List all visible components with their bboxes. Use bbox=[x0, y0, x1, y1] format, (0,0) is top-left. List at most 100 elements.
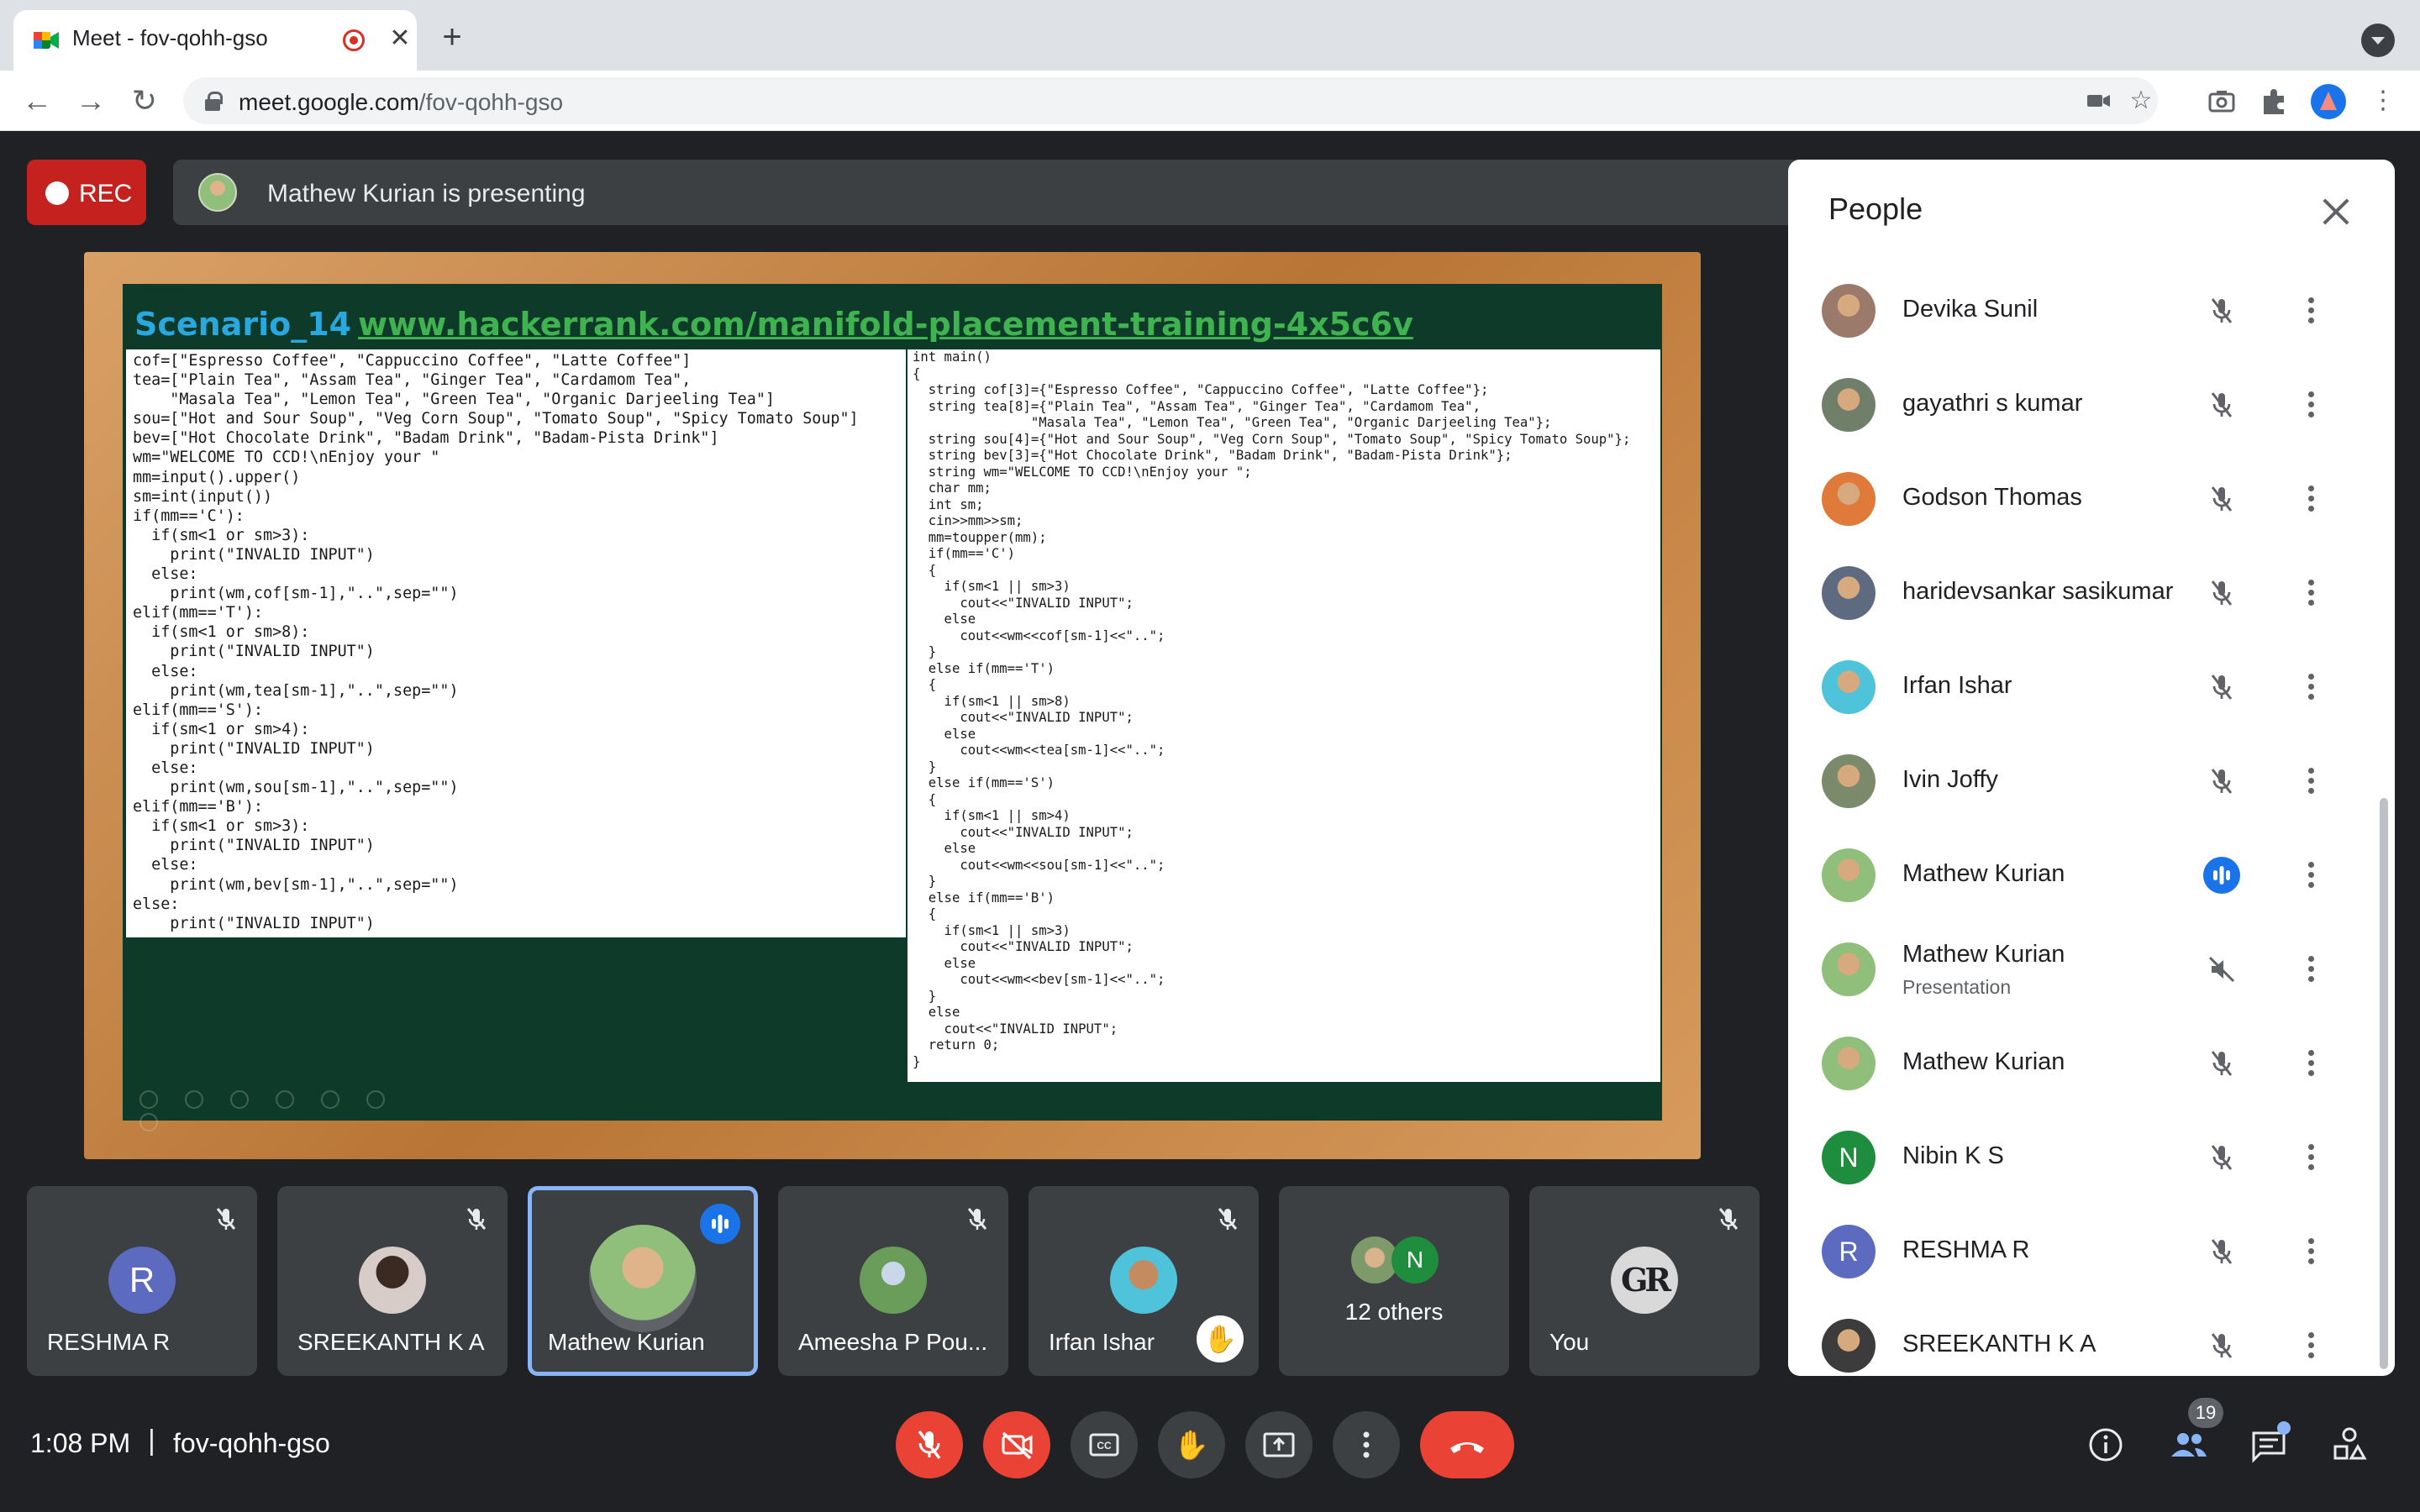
participant-row[interactable]: SREEKANTH K A bbox=[1788, 1299, 2376, 1376]
end-call-icon bbox=[1450, 1442, 1484, 1453]
raise-hand-button[interactable]: ✋ bbox=[1158, 1411, 1225, 1478]
participant-tile[interactable]: Ameesha P Pou... bbox=[778, 1186, 1008, 1376]
browser-tab-meet[interactable]: Meet - fov-qohh-gso ✕ bbox=[13, 10, 417, 71]
profile-avatar[interactable] bbox=[2311, 84, 2346, 119]
participant-name: haridevsankar sasikumar bbox=[1902, 578, 2174, 605]
more-options-icon[interactable] bbox=[2292, 763, 2329, 800]
more-options-icon[interactable] bbox=[2292, 292, 2329, 329]
back-arrow-icon[interactable]: ← bbox=[18, 82, 55, 119]
participant-row[interactable]: N Nibin K S bbox=[1788, 1110, 2376, 1205]
avatar bbox=[860, 1247, 927, 1314]
close-icon[interactable] bbox=[2317, 193, 2354, 230]
participant-name: Ivin Joffy bbox=[1902, 766, 1998, 793]
mic-off-icon[interactable] bbox=[2203, 575, 2240, 612]
captions-button[interactable]: CC bbox=[1071, 1411, 1138, 1478]
presentation-slide: Scenario_14 www.hackerrank.com/manifold-… bbox=[123, 284, 1662, 1131]
presenting-banner: Mathew Kurian is presenting bbox=[173, 160, 1904, 225]
participant-row[interactable]: Mathew Kurian bbox=[1788, 828, 2376, 922]
avatar bbox=[1110, 1247, 1177, 1314]
screenshot-camera-icon[interactable] bbox=[2205, 84, 2238, 118]
participant-name: Mathew Kurian bbox=[1902, 1048, 2065, 1075]
new-tab-button[interactable]: + bbox=[435, 20, 469, 54]
participant-row[interactable]: haridevsankar sasikumar bbox=[1788, 546, 2376, 640]
avatar bbox=[1822, 754, 1876, 808]
mic-off-icon[interactable] bbox=[2203, 292, 2240, 329]
participant-row[interactable]: gayathri s kumar bbox=[1788, 358, 2376, 452]
more-options-icon[interactable] bbox=[2292, 951, 2329, 988]
extensions-puzzle-icon[interactable] bbox=[2257, 84, 2291, 118]
mic-off-icon[interactable] bbox=[2203, 386, 2240, 423]
participant-row[interactable]: R RESHMA R bbox=[1788, 1205, 2376, 1299]
avatar bbox=[1822, 942, 1876, 996]
participant-row[interactable]: Ivin Joffy bbox=[1788, 734, 2376, 828]
more-options-icon[interactable] bbox=[2292, 575, 2329, 612]
more-options-icon[interactable] bbox=[2292, 480, 2329, 517]
more-options-icon[interactable] bbox=[2292, 1327, 2329, 1364]
camera-in-use-icon[interactable] bbox=[2084, 86, 2114, 116]
participant-row[interactable]: Mathew Kurian bbox=[1788, 1016, 2376, 1110]
mic-off-icon[interactable] bbox=[2203, 480, 2240, 517]
participant-subtitle: Presentation bbox=[1902, 976, 2012, 998]
chat-button[interactable] bbox=[2235, 1411, 2302, 1478]
presentation-audio-off-icon[interactable] bbox=[2203, 951, 2240, 988]
meeting-details-button[interactable] bbox=[2072, 1411, 2139, 1478]
scrollbar[interactable] bbox=[2380, 798, 2388, 1369]
camera-off-icon bbox=[1002, 1431, 1033, 1460]
more-options-icon[interactable] bbox=[2292, 1045, 2329, 1082]
more-options-button[interactable] bbox=[1333, 1411, 1400, 1478]
url-text: meet.google.com/fov-qohh-gso bbox=[239, 89, 564, 115]
python-code-panel: cof=["Espresso Coffee", "Cappuccino Coff… bbox=[126, 349, 906, 937]
mic-off-icon bbox=[210, 1203, 242, 1235]
close-tab-icon[interactable]: ✕ bbox=[383, 22, 417, 55]
cpp-code: int main() { string cof[3]={"Espresso Co… bbox=[913, 349, 1631, 1069]
slide-link: www.hackerrank.com/manifold-placement-tr… bbox=[358, 306, 1413, 343]
browser-menu-icon[interactable]: ⋮ bbox=[2366, 84, 2400, 118]
presenting-text: Mathew Kurian is presenting bbox=[267, 180, 586, 207]
participant-name: You bbox=[1549, 1329, 1590, 1355]
more-options-icon[interactable] bbox=[2292, 857, 2329, 894]
more-options-icon[interactable] bbox=[2292, 1139, 2329, 1176]
activities-button[interactable] bbox=[2316, 1411, 2383, 1478]
mic-off-icon[interactable] bbox=[2203, 1233, 2240, 1270]
tab-search-button[interactable] bbox=[2361, 24, 2395, 57]
self-tile[interactable]: GR You bbox=[1529, 1186, 1760, 1376]
recording-chip[interactable]: REC bbox=[27, 160, 146, 225]
avatar: R bbox=[108, 1247, 176, 1314]
avatar bbox=[1822, 284, 1876, 338]
mic-toggle-button[interactable] bbox=[896, 1411, 963, 1478]
more-options-icon bbox=[1363, 1431, 1370, 1458]
leave-call-button[interactable] bbox=[1420, 1411, 1514, 1478]
participant-name: Irfan Ishar bbox=[1902, 672, 2012, 699]
more-options-icon[interactable] bbox=[2292, 386, 2329, 423]
participant-tile-active[interactable]: Mathew Kurian bbox=[528, 1186, 758, 1376]
participant-row[interactable]: Devika Sunil bbox=[1788, 264, 2376, 358]
speaking-indicator-icon[interactable] bbox=[2203, 857, 2240, 894]
mic-off-icon[interactable] bbox=[2203, 1045, 2240, 1082]
participant-tile[interactable]: Irfan Ishar ✋ bbox=[1028, 1186, 1259, 1376]
participant-row[interactable]: Godson Thomas bbox=[1788, 452, 2376, 546]
participant-row[interactable]: Mathew Kurian Presentation bbox=[1788, 922, 2376, 1016]
camera-toggle-button[interactable] bbox=[983, 1411, 1050, 1478]
bookmark-star-icon[interactable]: ☆ bbox=[2126, 86, 2156, 116]
more-options-icon[interactable] bbox=[2292, 1233, 2329, 1270]
others-tile[interactable]: N 12 others bbox=[1279, 1186, 1509, 1376]
participant-tile[interactable]: SREEKANTH K A bbox=[277, 1186, 508, 1376]
participant-row[interactable]: Irfan Ishar bbox=[1788, 640, 2376, 734]
mic-off-icon[interactable] bbox=[2203, 669, 2240, 706]
mic-off-icon[interactable] bbox=[2203, 1327, 2240, 1364]
meeting-details-icon bbox=[2089, 1428, 2123, 1462]
mic-off-icon[interactable] bbox=[2203, 1139, 2240, 1176]
reload-icon[interactable]: ↻ bbox=[126, 82, 163, 119]
mic-off-icon[interactable] bbox=[2203, 763, 2240, 800]
record-dot-icon bbox=[45, 181, 69, 205]
svg-text:✋: ✋ bbox=[1174, 1429, 1209, 1462]
lock-icon bbox=[205, 92, 223, 111]
activities-icon bbox=[2333, 1427, 2367, 1460]
present-button[interactable] bbox=[1245, 1411, 1313, 1478]
address-bar[interactable]: meet.google.com/fov-qohh-gso ☆ bbox=[183, 77, 2158, 124]
meeting-code: fov-qohh-gso bbox=[173, 1428, 330, 1458]
mic-off-icon bbox=[1212, 1203, 1244, 1235]
forward-arrow-icon[interactable]: → bbox=[72, 82, 109, 119]
more-options-icon[interactable] bbox=[2292, 669, 2329, 706]
participant-tile[interactable]: R RESHMA R bbox=[27, 1186, 257, 1376]
